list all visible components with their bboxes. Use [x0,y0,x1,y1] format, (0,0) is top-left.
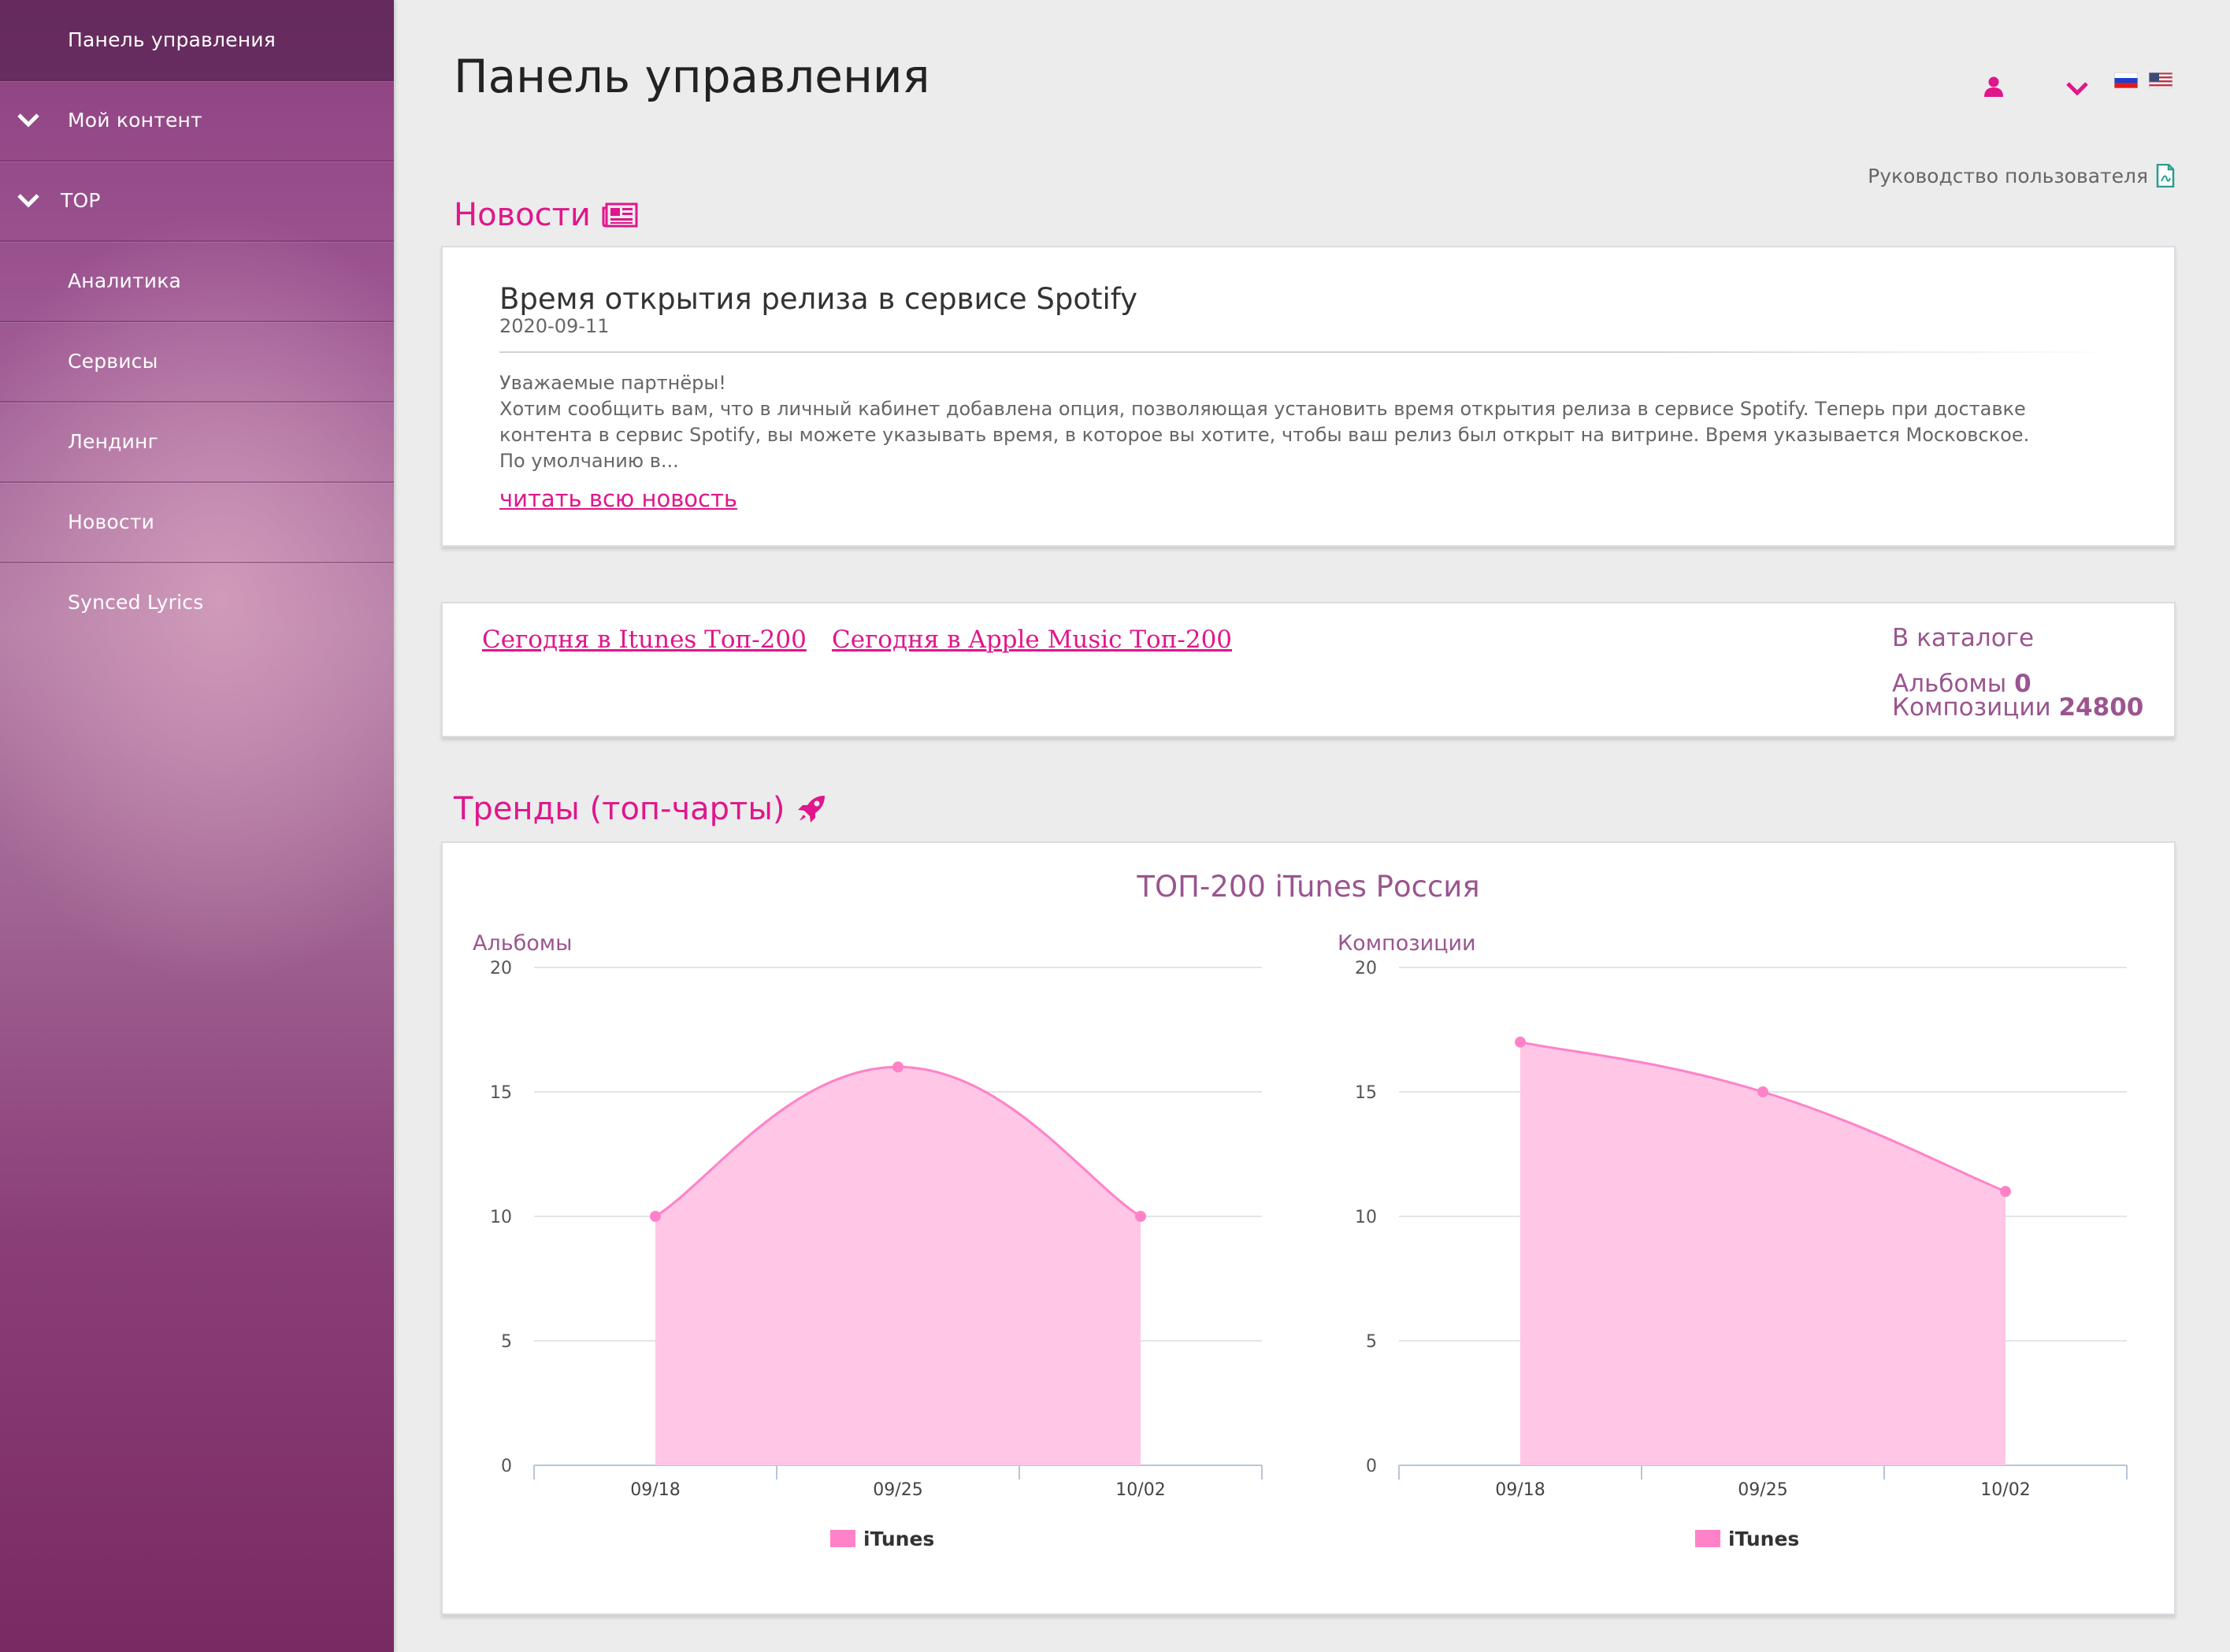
sidebar-item-label: Сервисы [68,350,158,373]
trends-chart-card: ТОП-200 iTunes Россия Альбомы 0 5 10 15 20 09/… [441,841,2176,1615]
sidebar-item-synced-lyrics[interactable]: Synced Lyrics [0,562,394,642]
user-guide-label: Руководство пользователя [1868,164,2148,187]
page-title: Панель управления [454,50,930,103]
albums-chart-y-axis-label: Альбомы [473,931,573,956]
us-flag-icon[interactable] [2149,72,2172,88]
pdf-icon [2156,164,2175,187]
news-section-label: Новости [454,197,591,233]
sidebar-item-label: Панель управления [68,28,276,51]
sidebar-item-label: TOP [61,189,101,212]
apple-music-top200-link[interactable]: Сегодня в Apple Music Топ-200 [832,626,1232,654]
chevron-down-icon [17,113,39,128]
news-section-title: Новости [454,197,638,233]
sidebar-item-news[interactable]: Новости [0,482,394,563]
catalog-tracks-value: 24800 [2058,693,2144,722]
catalog-tracks: Композиции 24800 [1892,693,2143,722]
albums-chart-y-tick-label: 20 [490,959,512,978]
albums-chart-legend-label: iTunes [863,1528,934,1550]
albums-chart-y-tick-label: 10 [490,1208,512,1227]
tracks-chart-legend-swatch [1695,1530,1720,1547]
sidebar-item-analytics[interactable]: Аналитика [0,241,394,322]
albums-chart-x-tick-label: 10/02 [1115,1480,1165,1500]
news-card: Время открытия релиза в сервисе Spotify … [441,246,2176,547]
albums-chart-x-tick-label: 09/18 [630,1480,680,1500]
tracks-chart-data-point [1515,1036,1526,1048]
albums-chart-x-tick-label: 09/25 [873,1480,922,1500]
tracks-chart-data-point [1757,1086,1768,1097]
tracks-chart-y-tick-label: 0 [1366,1457,1377,1476]
sidebar-item-services[interactable]: Сервисы [0,321,394,403]
tracks-chart-y-tick-label: 15 [1355,1083,1377,1103]
tracks-chart-x-tick-label: 09/18 [1495,1480,1545,1500]
albums-chart: Альбомы 0 5 10 15 20 09/18 09/25 10/02 iTunes [473,931,1263,1550]
albums-chart-series-area [655,1067,1141,1465]
catalog-tracks-label: Композиции [1892,693,2051,722]
newspaper-icon [602,202,638,228]
news-paragraph: По умолчанию в... [499,450,679,472]
chevron-down-icon[interactable] [2065,79,2089,98]
tracks-chart-y-axis-label: Композиции [1338,931,1476,956]
tracks-chart-y-tick-label: 20 [1355,959,1377,978]
sidebar: Панель управления Мой контент TOP Аналит… [0,0,394,1652]
sidebar-item-label: Лендинг [68,430,158,453]
tracks-chart-x-tick-label: 09/25 [1738,1480,1787,1500]
albums-chart-data-point [650,1211,661,1222]
tracks-chart-y-tick-label: 10 [1355,1208,1377,1227]
rocket-icon [797,796,825,822]
chevron-down-icon [17,194,39,208]
albums-chart-data-point [1135,1211,1146,1222]
tracks-chart-series-area [1520,1041,2006,1465]
news-paragraph: Хотим сообщить вам, что в личный кабинет… [499,398,2030,446]
sidebar-item-top[interactable]: TOP [0,161,394,242]
read-more-link[interactable]: читать всю новость [499,485,737,512]
sidebar-item-label: Новости [68,510,155,533]
sidebar-item-label: Мой контент [68,109,202,132]
news-item-body: Уважаемые партнёры! Хотим сообщить вам, … [499,370,2122,474]
tracks-chart-data-point [2000,1186,2011,1197]
albums-chart-legend-swatch [830,1530,855,1547]
catalog-heading: В каталоге [1892,624,2035,652]
sidebar-item-label: Synced Lyrics [68,591,204,614]
trends-section-title: Тренды (топ-чарты) [454,791,826,827]
user-icon[interactable] [1983,76,2004,98]
albums-chart-data-point [892,1061,904,1073]
tracks-chart-y-tick-label: 5 [1366,1332,1377,1352]
sidebar-item-label: Аналитика [68,269,182,292]
news-paragraph: Уважаемые партнёры! [499,372,726,394]
albums-chart-y-tick-label: 0 [501,1457,512,1476]
divider [499,351,2122,353]
trends-section-label: Тренды (топ-чарты) [454,791,785,827]
tracks-chart-legend-label: iTunes [1728,1528,1799,1550]
user-guide-link[interactable]: Руководство пользователя [1868,164,2175,187]
albums-chart-y-tick-label: 5 [501,1332,512,1352]
sidebar-item-dashboard[interactable]: Панель управления [0,0,394,81]
catalog-card: Сегодня в Itunes Топ-200 Сегодня в Apple… [441,602,2176,737]
tracks-chart: Композиции 0 5 10 15 20 09/18 09/25 10/02 iTunes [1338,931,2128,1550]
news-item-title: Время открытия релиза в сервисе Spotify [499,282,1138,316]
itunes-top200-link[interactable]: Сегодня в Itunes Топ-200 [482,626,807,654]
news-item-date: 2020-09-11 [499,315,610,337]
tracks-chart-x-tick-label: 10/02 [1980,1480,2030,1500]
ru-flag-icon[interactable] [2114,72,2138,88]
sidebar-item-my-content[interactable]: Мой контент [0,80,394,161]
sidebar-item-landing[interactable]: Лендинг [0,402,394,483]
albums-chart-y-tick-label: 15 [490,1083,512,1103]
